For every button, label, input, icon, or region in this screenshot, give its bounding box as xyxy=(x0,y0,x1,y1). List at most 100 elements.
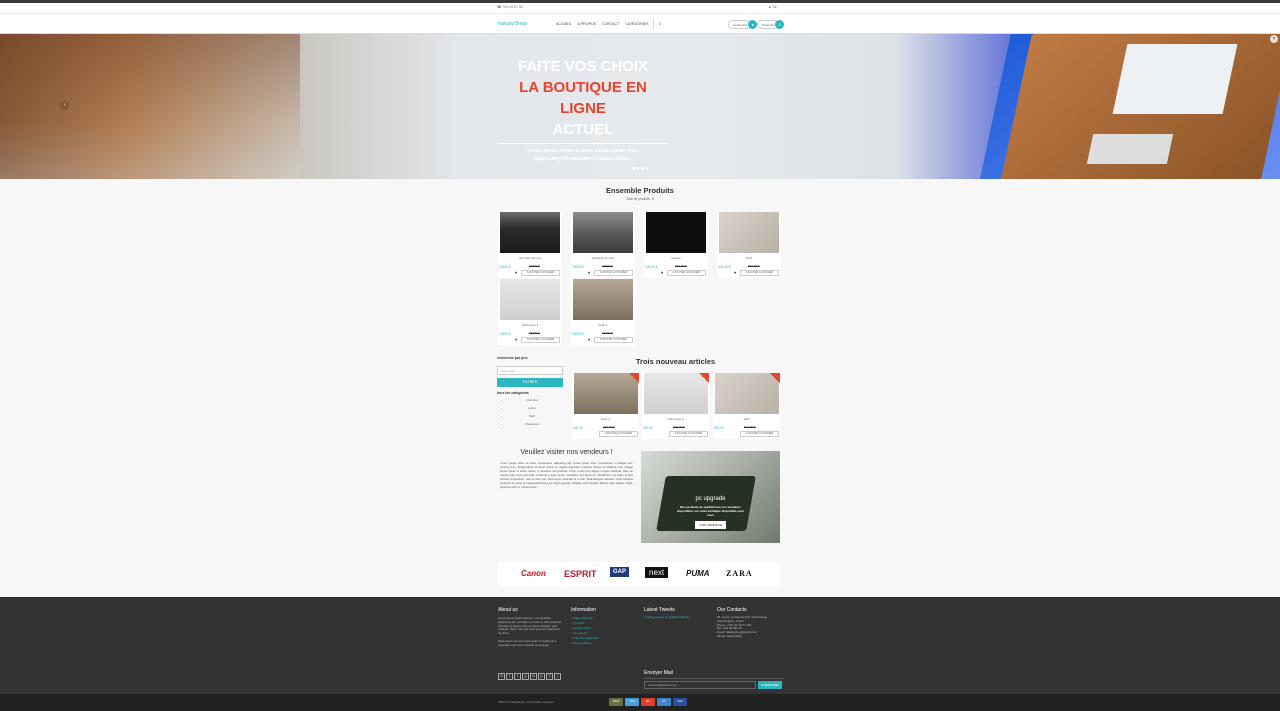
nav-divider xyxy=(653,19,654,29)
social-icon[interactable]: t xyxy=(514,673,521,680)
heart-icon[interactable]: ♥ xyxy=(515,337,517,342)
new-item-card[interactable]: botte 1 100.00 150.00 $ AJOUTER AU PANIER xyxy=(572,373,639,439)
product-card[interactable]: botte 1 10000 $ 15000 $ ♥ AJOUTER AU PANIER xyxy=(571,279,635,345)
category-label: pilote xyxy=(528,406,536,410)
slider-dot[interactable] xyxy=(632,167,635,170)
heart-icon[interactable]: ♥ xyxy=(588,270,590,275)
product-image[interactable] xyxy=(646,212,706,253)
product-name[interactable]: pochette de mac xyxy=(571,256,635,260)
brand-logo-gap[interactable]: GAP xyxy=(610,567,630,577)
footer-info-link[interactable]: › Voir vendeurs xyxy=(571,641,636,646)
nav-categories[interactable]: CATÉGORIES xyxy=(625,22,648,26)
category-item[interactable]: › pilote xyxy=(497,406,563,411)
footer-contacts-title: Our Contacts xyxy=(717,607,747,613)
product-card[interactable]: Tech 400.00 $ 500.00 $ ♥ AJOUTER AU PANIER xyxy=(717,212,781,278)
nav-home[interactable]: ACCUEIL xyxy=(556,22,572,26)
add-to-cart-button[interactable]: AJOUTER AU PANIER xyxy=(669,431,708,437)
slider-dots xyxy=(632,167,648,170)
add-to-cart-button[interactable]: AJOUTER AU PANIER xyxy=(740,431,779,437)
newsletter-email-input[interactable]: votremail@gmail.com xyxy=(644,681,756,689)
new-items-title: Trois nouveau articles xyxy=(635,357,716,366)
heart-icon[interactable]: ♥ xyxy=(515,270,517,275)
footer-tweet[interactable]: Loading tweets by @twitterhakaty... xyxy=(644,615,709,620)
category-item[interactable]: › chemise xyxy=(497,398,563,403)
product-price: 10000 $ xyxy=(499,332,511,336)
social-icon[interactable]: g xyxy=(522,673,529,680)
close-icon[interactable]: × xyxy=(1270,35,1278,43)
heart-icon[interactable]: ♥ xyxy=(661,270,663,275)
brand-logo-canon[interactable]: Canon xyxy=(521,569,546,578)
price-input[interactable]: Entrer prix xyxy=(497,366,563,375)
product-name[interactable]: chaussure 3 xyxy=(642,417,709,421)
social-icons: Sf t g in p Vr xyxy=(498,673,561,680)
nav-contact[interactable]: CONTACT xyxy=(602,22,619,26)
product-image[interactable] xyxy=(573,279,633,320)
product-old-price: 300.00 $ xyxy=(673,425,685,429)
footer-information: Information › Page d'accueil › A propos › … xyxy=(571,607,636,646)
top-bar: ☎ +84 00 67 55 ▲ Se xyxy=(0,0,1280,13)
social-icon[interactable]: S xyxy=(498,673,505,680)
product-price: 100.00 xyxy=(573,426,583,430)
social-icon[interactable]: in xyxy=(530,673,537,680)
brand-logo-esprit[interactable]: ESPRIT xyxy=(564,569,597,579)
product-old-price: 20000 $ xyxy=(602,264,613,268)
product-name[interactable]: chemise homme xyxy=(498,256,562,260)
social-icon[interactable]: p xyxy=(538,673,545,680)
newsletter: Envoyer Mail votremail@gmail.com SUBSCRI… xyxy=(644,670,784,689)
connexion-button[interactable]: Connexion ● xyxy=(728,20,758,29)
product-image[interactable] xyxy=(500,212,560,253)
category-item[interactable]: › Tech xyxy=(497,414,563,419)
social-icon[interactable]: f xyxy=(506,673,513,680)
filter-button[interactable]: FILTRER xyxy=(497,378,563,387)
product-name[interactable]: casque xyxy=(644,256,708,260)
hero-subtext-1: Lorem ipsum dolor sit amet consectetuer … xyxy=(527,148,639,154)
product-card[interactable]: chaussure 3 10000 $ 15000 $ ♥ AJOUTER AU PAN… xyxy=(498,279,562,345)
product-image[interactable] xyxy=(719,212,779,253)
payment-icon: PP xyxy=(657,698,671,706)
slider-dot[interactable] xyxy=(641,167,644,170)
login-link[interactable]: ▲ Se xyxy=(768,5,777,9)
add-to-cart-button[interactable]: AJOUTER AU PANIER xyxy=(594,337,633,343)
add-to-cart-button[interactable]: AJOUTER AU PANIER xyxy=(667,270,706,276)
add-to-cart-button[interactable]: AJOUTER AU PANIER xyxy=(521,337,560,343)
slider-dot[interactable] xyxy=(636,167,639,170)
brand-logo-zara[interactable]: ZARA xyxy=(726,569,753,578)
view-vendor-button[interactable]: VOIR VENDEUR xyxy=(695,521,726,529)
nav-about[interactable]: A PROPOS xyxy=(578,22,597,26)
social-icon[interactable]: V xyxy=(546,673,553,680)
brand-logo-next[interactable]: next xyxy=(645,567,669,578)
new-item-card[interactable]: Tech 400.00 500.00 $ AJOUTER AU PANIER xyxy=(713,373,780,439)
product-name[interactable]: chaussure 3 xyxy=(498,323,562,327)
hero-line-2: LA BOUTIQUE EN LIGNE xyxy=(519,79,647,117)
search-icon[interactable]: ⌕ xyxy=(659,21,662,27)
slider-prev-button[interactable]: ‹ xyxy=(60,101,69,110)
add-to-cart-button[interactable]: AJOUTER AU PANIER xyxy=(521,270,560,276)
add-to-cart-button[interactable]: AJOUTER AU PANIER xyxy=(740,270,779,276)
product-card[interactable]: casque 100.00 $ 150.00 $ ♥ AJOUTER AU PANIER xyxy=(644,212,708,278)
product-old-price: 150.00 $ xyxy=(675,264,687,268)
product-name[interactable]: botte 1 xyxy=(572,417,639,421)
footer-info-title: Information xyxy=(571,607,597,613)
product-image[interactable] xyxy=(573,212,633,253)
add-to-cart-button[interactable]: AJOUTER AU PANIER xyxy=(599,431,638,437)
product-name[interactable]: Tech xyxy=(713,417,780,421)
product-image[interactable] xyxy=(500,279,560,320)
heart-icon[interactable]: ♥ xyxy=(588,337,590,342)
heart-icon[interactable]: ♥ xyxy=(734,270,736,275)
subscribe-button[interactable]: SUBSCRIBE xyxy=(758,681,782,689)
social-icon[interactable]: r xyxy=(554,673,561,680)
product-name[interactable]: Tech xyxy=(717,256,781,260)
footer: About us Lorem ipsum dolor sit amet, con… xyxy=(0,597,1280,694)
category-item[interactable]: › Chaussure xyxy=(497,422,563,427)
cart-button[interactable]: S'inscrire 0 xyxy=(757,20,785,29)
brand-logo-puma[interactable]: PUMA xyxy=(686,569,710,578)
product-name[interactable]: botte 1 xyxy=(571,323,635,327)
product-old-price: 15000 $ xyxy=(529,331,540,335)
add-to-cart-button[interactable]: AJOUTER AU PANIER xyxy=(594,270,633,276)
new-item-card[interactable]: chaussure 3 250.00 300.00 $ AJOUTER AU PANI… xyxy=(642,373,709,439)
price-filter: recherche par prix Entrer prix FILTRER t… xyxy=(497,356,563,427)
site-logo[interactable]: hakatyShop xyxy=(498,21,527,27)
product-card[interactable]: chemise homme 10000 $ 15000 $ ♥ AJOUTER AU P… xyxy=(498,212,562,278)
product-card[interactable]: pochette de mac 15000 $ 20000 $ ♥ AJOUTER AU… xyxy=(571,212,635,278)
slider-dot[interactable] xyxy=(645,167,648,170)
